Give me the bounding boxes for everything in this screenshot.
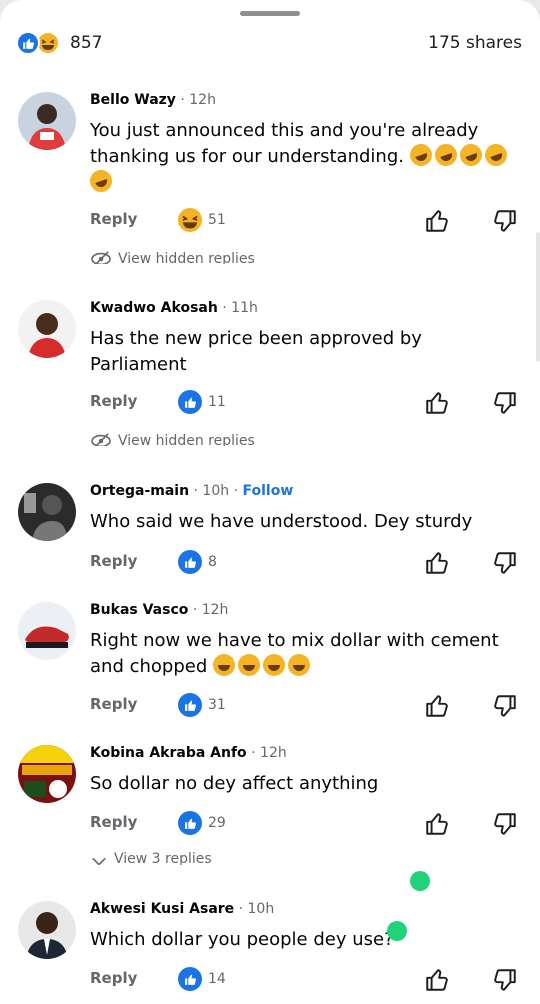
thumbs-up-icon[interactable] xyxy=(424,208,450,234)
follow-button[interactable]: Follow xyxy=(242,483,293,499)
like-icon xyxy=(178,967,202,991)
view-hidden-label: View hidden replies xyxy=(118,433,255,446)
commenter-name[interactable]: Kobina Akraba Anfo xyxy=(90,745,247,761)
reaction-count[interactable]: 11 xyxy=(208,394,226,410)
comment-text: So dollar no dey affect anything xyxy=(90,773,379,794)
reaction-count[interactable]: 8 xyxy=(208,554,217,570)
comment-header: Bukas Vasco · 12h xyxy=(90,602,228,618)
thumbs-down-icon[interactable] xyxy=(492,390,518,416)
thumbs-up-icon[interactable] xyxy=(424,390,450,416)
like-icon xyxy=(178,550,202,574)
grinning-emoji-icon xyxy=(288,654,310,676)
thumbs-down-icon[interactable] xyxy=(492,550,518,576)
thumbs-down-icon[interactable] xyxy=(492,208,518,234)
rofl-emoji-icon xyxy=(431,140,460,170)
commenter-name[interactable]: Bello Wazy xyxy=(90,92,176,108)
view-replies[interactable]: View 3 replies xyxy=(90,851,212,865)
avatar[interactable] xyxy=(18,92,76,150)
reaction-count[interactable]: 31 xyxy=(208,697,226,713)
indicator-dot xyxy=(387,921,407,941)
like-icon xyxy=(16,31,40,55)
commenter-name[interactable]: Bukas Vasco xyxy=(90,602,188,618)
thumbs-up-icon[interactable] xyxy=(424,967,450,993)
thumbs-down-icon[interactable] xyxy=(492,693,518,719)
comment-text: Right now we have to mix dollar with cem… xyxy=(90,628,510,680)
comment-text: Has the new price been approved by Parli… xyxy=(90,328,422,375)
hidden-eye-icon xyxy=(91,251,111,264)
thumbs-up-icon[interactable] xyxy=(424,811,450,837)
comment-time: · 12h xyxy=(180,92,216,108)
commenter-name[interactable]: Ortega-main xyxy=(90,483,189,499)
comment-text: Who said we have understood. Dey sturdy xyxy=(90,511,473,532)
view-hidden-replies[interactable]: View hidden replies xyxy=(90,250,255,264)
rofl-emoji-icon xyxy=(481,140,510,170)
indicator-dot xyxy=(410,871,430,891)
rofl-emoji-icon xyxy=(86,166,116,196)
thumbs-up-icon[interactable] xyxy=(424,550,450,576)
reaction-count[interactable]: 51 xyxy=(208,212,226,228)
reaction-count[interactable]: 14 xyxy=(208,971,226,987)
view-hidden-label: View hidden replies xyxy=(118,251,255,264)
comments-sheet: 857 175 shares Bello Wazy · 12h You just… xyxy=(0,0,540,1004)
reply-button[interactable]: Reply xyxy=(90,813,137,831)
comment-header: Kobina Akraba Anfo · 12h xyxy=(90,745,287,761)
comment-text: You just announced this and you're alrea… xyxy=(86,118,510,196)
reaction-icons xyxy=(16,31,68,55)
commenter-name[interactable]: Akwesi Kusi Asare xyxy=(90,901,234,917)
thumbs-down-icon[interactable] xyxy=(492,967,518,993)
avatar[interactable] xyxy=(18,901,76,959)
comment-time: · 12h xyxy=(251,745,287,761)
view-hidden-replies[interactable]: View hidden replies xyxy=(90,432,255,446)
comment-header: Akwesi Kusi Asare · 10h xyxy=(90,901,274,917)
scrollbar[interactable] xyxy=(536,232,540,362)
hidden-eye-icon xyxy=(91,433,111,446)
reply-button[interactable]: Reply xyxy=(90,210,137,228)
thumbs-up-icon[interactable] xyxy=(424,693,450,719)
avatar[interactable] xyxy=(18,483,76,541)
comment-header: Bello Wazy · 12h xyxy=(90,92,216,108)
avatar[interactable] xyxy=(18,300,76,358)
comment-time: · 10h · xyxy=(193,483,239,499)
reply-button[interactable]: Reply xyxy=(90,695,137,713)
view-replies-label: View 3 replies xyxy=(114,851,212,865)
comment-text: Which dollar you people dey use? xyxy=(90,929,394,950)
comment-header: Kwadwo Akosah · 11h xyxy=(90,300,258,316)
haha-icon xyxy=(178,208,202,232)
comment-time: · 12h xyxy=(192,602,229,618)
reactions-summary[interactable]: 857 175 shares xyxy=(16,30,524,56)
shares-count[interactable]: 175 shares xyxy=(428,33,522,53)
comment-header: Ortega-main · 10h · Follow xyxy=(90,483,293,499)
comment-time: · 11h xyxy=(222,300,258,316)
avatar[interactable] xyxy=(18,745,76,803)
like-icon xyxy=(178,390,202,414)
reaction-count: 857 xyxy=(70,33,103,53)
rofl-emoji-icon xyxy=(406,140,435,170)
chevron-down-icon xyxy=(92,857,106,865)
grinning-emoji-icon xyxy=(263,654,285,676)
rofl-emoji-icon xyxy=(456,140,485,170)
reply-button[interactable]: Reply xyxy=(90,969,137,987)
grinning-emoji-icon xyxy=(238,654,260,676)
comment-time: · 10h xyxy=(238,901,275,917)
like-icon xyxy=(178,693,202,717)
thumbs-down-icon[interactable] xyxy=(492,811,518,837)
reaction-count[interactable]: 29 xyxy=(208,815,226,831)
avatar[interactable] xyxy=(18,602,76,660)
reply-button[interactable]: Reply xyxy=(90,552,137,570)
reply-button[interactable]: Reply xyxy=(90,392,137,410)
like-icon xyxy=(178,811,202,835)
drag-handle[interactable] xyxy=(240,11,300,16)
grinning-emoji-icon xyxy=(213,654,235,676)
commenter-name[interactable]: Kwadwo Akosah xyxy=(90,300,218,316)
